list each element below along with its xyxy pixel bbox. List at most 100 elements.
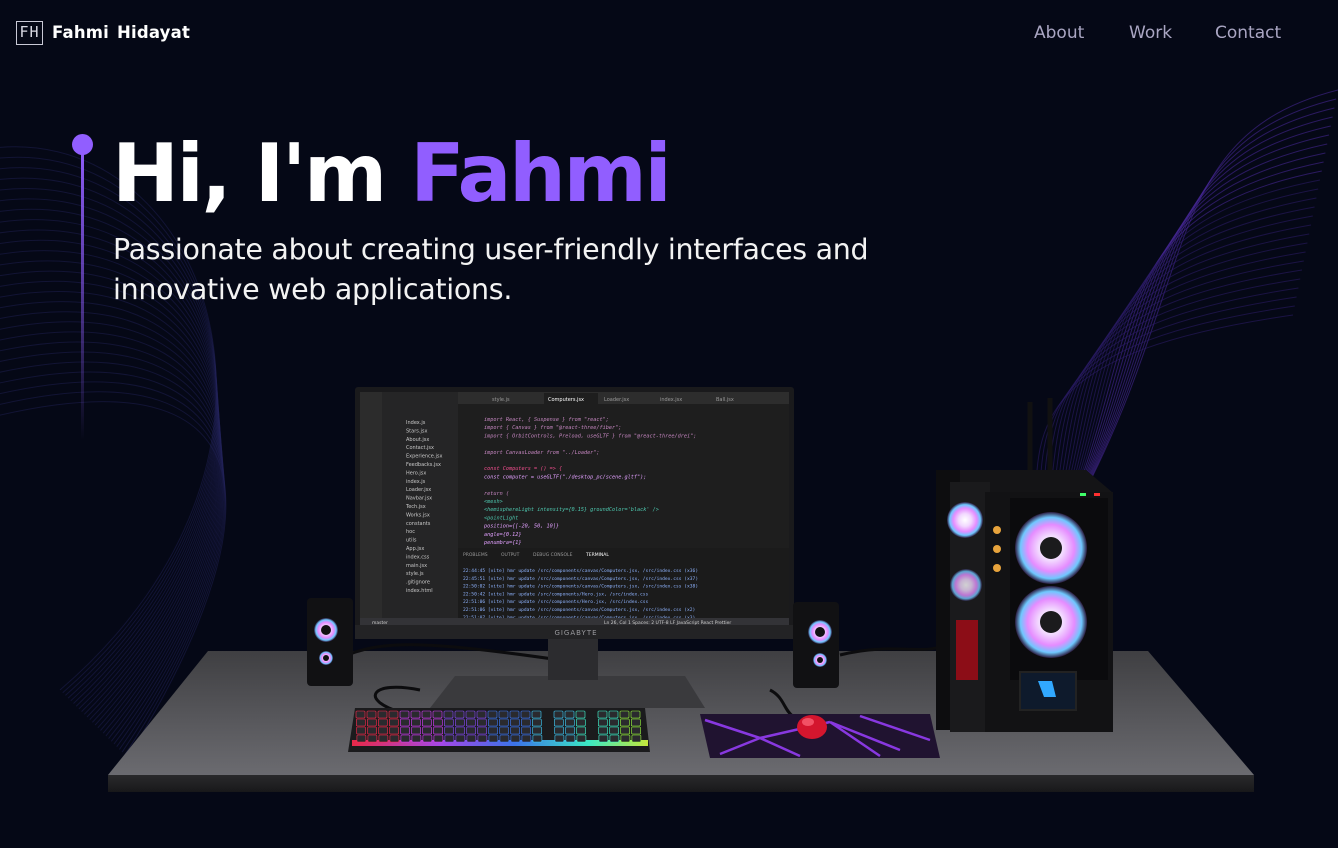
keyboard-key — [598, 726, 608, 735]
explorer-file[interactable]: Tech.jsx — [405, 504, 426, 510]
code-line: angle={0.12} — [484, 532, 521, 538]
keyboard-key — [411, 734, 422, 743]
keyboard-key — [411, 726, 421, 735]
keyboard-key — [466, 734, 477, 743]
panel-tab[interactable]: PROBLEMS — [463, 552, 488, 558]
explorer-file[interactable]: Feedbacks.jsx — [406, 462, 441, 468]
keyboard-key — [554, 734, 565, 743]
keyboard-key — [410, 710, 421, 719]
keyboard-key — [356, 734, 367, 743]
keyboard-key — [410, 718, 421, 727]
panel-tab[interactable]: TERMINAL — [585, 552, 609, 558]
code-line: import { Canvas } from "@react-three/fib… — [484, 425, 621, 431]
keyboard-key — [366, 710, 377, 719]
nav-link-work[interactable]: Work — [1129, 23, 1172, 43]
explorer-file[interactable]: About.jsx — [406, 437, 429, 443]
keyboard-key — [597, 710, 608, 719]
keyboard-key — [619, 710, 630, 719]
code-line: <pointLight — [484, 515, 518, 521]
explorer-file[interactable]: hoc — [406, 529, 415, 535]
keyboard-key — [355, 718, 366, 727]
panel-tab[interactable]: OUTPUT — [501, 552, 520, 558]
keyboard-key — [619, 718, 630, 727]
keyboard-key — [465, 718, 476, 727]
keyboard-key — [388, 718, 399, 727]
keyboard-key — [520, 710, 531, 719]
terminal-line: 22:50:42 [vite] hmr update /src/componen… — [463, 591, 649, 597]
mouse — [797, 715, 827, 739]
keyboard-key — [510, 734, 521, 743]
nav-link-about[interactable]: About — [1034, 23, 1084, 43]
keyboard-key — [377, 718, 388, 727]
keyboard-key — [477, 726, 487, 735]
explorer-file[interactable]: App.jsx — [406, 546, 424, 552]
keyboard-key — [367, 734, 378, 743]
explorer-file[interactable]: main.jsx — [406, 563, 427, 569]
keyboard-key — [598, 734, 609, 743]
explorer-file[interactable]: Works.jsx — [406, 512, 430, 518]
explorer-file[interactable]: index.js — [406, 479, 426, 485]
keyboard-key — [488, 726, 498, 735]
keyboard-key — [609, 726, 619, 735]
explorer-file[interactable]: Experience.jsx — [406, 454, 442, 460]
keyboard-key — [422, 726, 432, 735]
keyboard-key — [421, 718, 432, 727]
explorer-file[interactable]: index.css — [406, 554, 430, 560]
keyboard-key — [477, 734, 488, 743]
keyboard-key — [476, 710, 487, 719]
monitor-brand-label: GIGABYTE — [554, 629, 597, 637]
keyboard-key — [400, 726, 410, 735]
explorer-file[interactable]: Contact.jsx — [406, 445, 434, 451]
explorer-file[interactable]: Loader.jsx — [406, 487, 431, 493]
keyboard-key — [432, 718, 443, 727]
desktop-pc-scene[interactable]: GIGABYTE style.js Computers.jsx Loader.jsx… — [0, 0, 1338, 848]
keyboard-key — [499, 726, 509, 735]
code-line: import React, { Suspense } from "react"; — [484, 417, 609, 423]
explorer-file[interactable]: index.html — [406, 588, 433, 594]
editor-activity-bar — [360, 392, 382, 624]
brand-name[interactable]: Fahmi Hidayat — [52, 23, 190, 42]
keyboard-key — [454, 710, 465, 719]
nav-link-contact[interactable]: Contact — [1215, 23, 1281, 43]
keyboard-key — [554, 726, 564, 735]
editor-tabs[interactable]: style.js Computers.jsx Loader.jsx index.jsx… — [488, 393, 766, 404]
keyboard-key — [487, 710, 498, 719]
keyboard-key — [466, 726, 476, 735]
keyboard-key — [432, 710, 443, 719]
keyboard-key — [422, 734, 433, 743]
right-speaker — [793, 602, 839, 688]
explorer-file[interactable]: utils — [406, 538, 417, 544]
keyboard-key — [355, 710, 366, 719]
explorer-file[interactable]: Hero.jsx — [406, 470, 426, 476]
keyboard — [348, 708, 650, 752]
keyboard-key — [576, 726, 586, 735]
code-line: <hemisphereLight intensity={0.15} ground… — [484, 507, 659, 513]
logo-icon[interactable]: FH — [16, 21, 43, 45]
explorer-file[interactable]: Index.js — [406, 420, 426, 426]
keyboard-key — [498, 710, 509, 719]
pc-case — [936, 398, 1113, 732]
mouse-highlight — [802, 718, 814, 726]
keyboard-key — [367, 726, 377, 735]
keyboard-key — [608, 718, 619, 727]
explorer-file[interactable]: style.js — [406, 571, 424, 577]
panel-tab[interactable]: DEBUG CONSOLE — [533, 552, 573, 558]
code-line: const computer = useGLTF("./desktop_pc/s… — [484, 474, 646, 480]
keyboard-key — [443, 718, 454, 727]
explorer-file[interactable]: Stars.jsx — [406, 428, 427, 434]
keyboard-key — [499, 734, 510, 743]
editor-tab-label: Loader.jsx — [604, 397, 629, 403]
keyboard-key — [620, 726, 630, 735]
editor-panel-tabs[interactable]: PROBLEMS OUTPUT DEBUG CONSOLE TERMINAL — [463, 552, 609, 558]
keyboard-key — [564, 710, 575, 719]
keyboard-key — [498, 718, 509, 727]
monitor-stand-neck — [548, 632, 598, 680]
explorer-file[interactable]: constants — [406, 521, 431, 527]
code-line: <mesh> — [484, 499, 503, 505]
keyboard-key — [510, 726, 520, 735]
keyboard-key — [433, 726, 443, 735]
keyboard-key — [630, 718, 641, 727]
explorer-file[interactable]: .gitignore — [406, 580, 430, 586]
keyboard-key — [521, 726, 531, 735]
explorer-file[interactable]: Navbar.jsx — [406, 496, 432, 502]
